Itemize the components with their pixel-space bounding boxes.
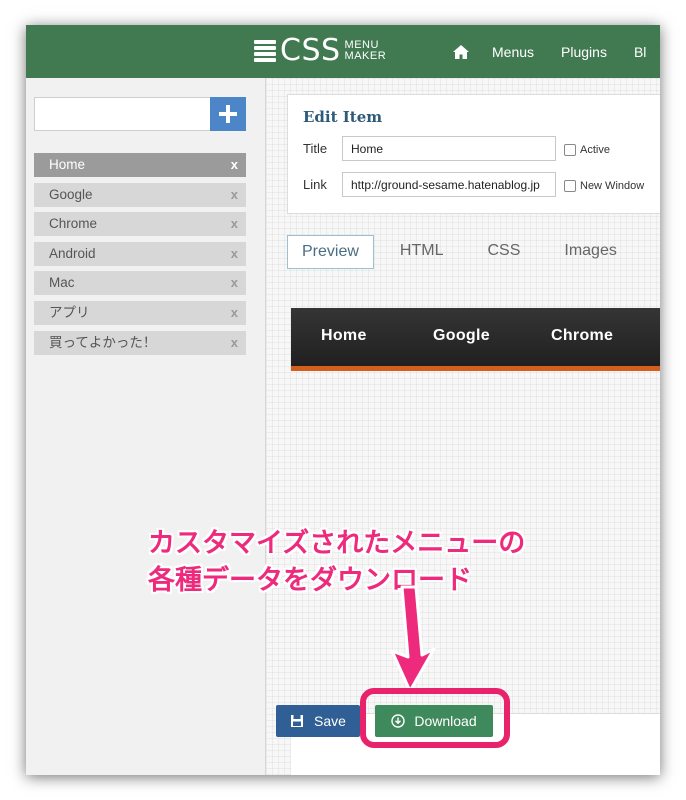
menu-item-mac[interactable]: Mac x [34,271,246,296]
tab-images[interactable]: Images [550,235,630,267]
menu-item-label: Mac [49,275,75,291]
new-window-checkbox[interactable]: New Window [564,180,644,192]
add-item-button[interactable] [210,97,246,131]
app-window: CSS MENU MAKER Menus Plugins Bl Home x G… [26,25,660,775]
tab-preview[interactable]: Preview [287,235,374,269]
home-icon[interactable] [452,43,470,61]
menu-item-label: Chrome [49,216,98,232]
save-label: Save [314,713,346,729]
nav-plugins[interactable]: Plugins [561,44,607,60]
preview-link-google[interactable]: Google [433,327,490,345]
logo-text: CSS [280,33,341,68]
nav-blog[interactable]: Bl [634,44,646,60]
menu-item-label: Home [49,157,86,172]
menu-item-home[interactable]: Home x [34,153,246,177]
menu-preview: Home Google Chrome [291,308,660,371]
menu-item-android[interactable]: Android x [34,241,246,266]
menu-item-chrome[interactable]: Chrome x [34,212,246,237]
main-nav: Menus Plugins Bl [452,25,660,78]
top-bar: CSS MENU MAKER Menus Plugins Bl [26,25,660,78]
download-highlight [360,688,510,748]
edit-item-heading: Edit Item [303,108,383,126]
remove-icon[interactable]: x [231,153,238,177]
plus-icon [219,105,237,123]
menu-item-label: Google [49,186,93,202]
new-window-label: New Window [580,180,645,192]
remove-icon[interactable]: x [231,183,238,207]
menu-item-label: 買ってよかった！ [49,334,157,350]
link-input[interactable] [342,172,556,197]
remove-icon[interactable]: x [231,212,238,236]
save-button[interactable]: Save [276,705,360,737]
menu-item-apps[interactable]: アプリ x [34,300,246,325]
add-item-row [34,97,247,133]
remove-icon[interactable]: x [231,271,238,295]
remove-icon[interactable]: x [231,242,238,266]
logo-subtext: MENU MAKER [345,40,387,62]
arrow-down-icon [390,585,436,693]
sidebar: Home x Google x Chrome x Android x Mac x… [26,78,266,775]
tab-html[interactable]: HTML [386,235,458,267]
checkbox-icon [564,180,576,192]
menu-item-google[interactable]: Google x [34,182,246,207]
menu-item-list: Home x Google x Chrome x Android x Mac x… [34,153,246,360]
remove-icon[interactable]: x [231,331,238,355]
title-input[interactable] [342,136,556,161]
preview-link-chrome[interactable]: Chrome [551,327,613,345]
menu-item-recommended[interactable]: 買ってよかった！ x [34,330,246,355]
logo[interactable]: CSS MENU MAKER [254,33,386,69]
main-content: Edit Item Title Active Link New Window P… [266,78,660,775]
tab-bar: Preview HTML CSS Images [287,235,633,269]
active-checkbox[interactable]: Active [564,144,610,156]
add-item-input[interactable] [34,97,211,131]
menu-stack-icon [254,39,276,63]
logo-sub-maker: MAKER [344,50,387,62]
annotation-line-1: カスタマイズされたメニューの [148,528,526,558]
floppy-disk-icon [291,715,304,727]
remove-icon[interactable]: x [231,301,238,325]
link-label: Link [303,177,327,192]
tab-css[interactable]: CSS [473,235,534,267]
nav-menus[interactable]: Menus [492,44,534,60]
menu-item-label: アプリ [49,304,90,320]
menu-item-label: Android [49,245,96,261]
active-label: Active [580,144,610,156]
edit-item-panel: Edit Item Title Active Link New Window [287,94,660,214]
title-label: Title [303,141,328,156]
checkbox-icon [564,144,576,156]
preview-link-home[interactable]: Home [321,327,367,345]
